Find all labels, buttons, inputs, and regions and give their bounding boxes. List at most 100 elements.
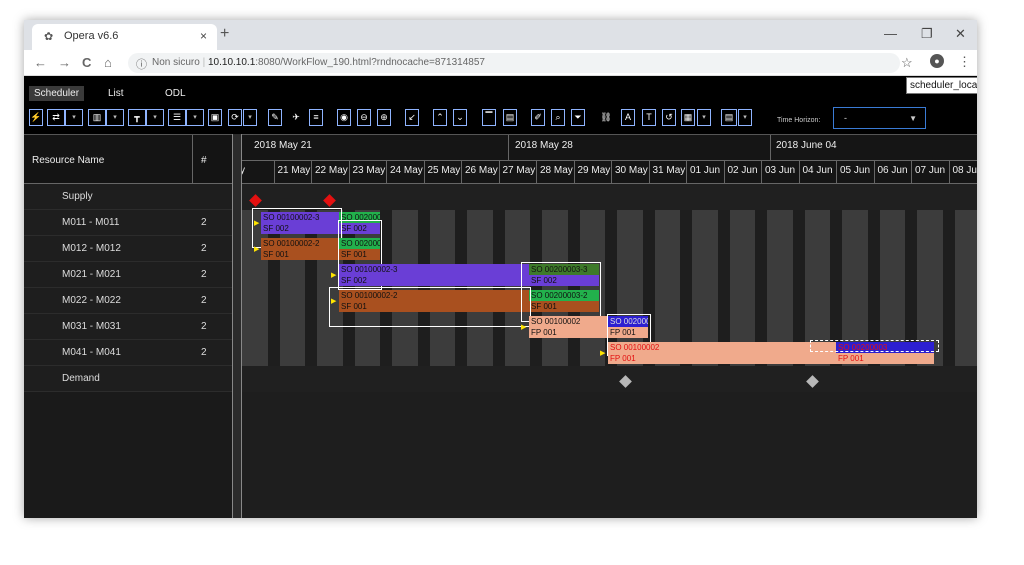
toolbar-link-icon[interactable]: ⛓ — [599, 109, 613, 126]
bookmark-star-icon[interactable]: ☆ — [901, 55, 913, 71]
day-label: 08 Jun — [952, 165, 978, 176]
toolbar-save-icon[interactable]: ▣ — [208, 109, 222, 126]
toolbar-table-icon[interactable]: ▤ — [503, 109, 517, 126]
toolbar-swap-icon[interactable]: ⇄ — [47, 109, 65, 126]
lane-demand — [242, 366, 977, 392]
toolbar-dropdown-icon[interactable]: ▾ — [243, 109, 257, 126]
tab-close-icon[interactable]: × — [200, 29, 207, 43]
task-bar[interactable]: SO 00100002 — [608, 342, 836, 353]
timeline-header: 2018 May 21 2018 May 28 2018 June 04 y 21… — [242, 134, 978, 185]
resource-count: 2 — [201, 243, 207, 254]
toolbar-comment-icon[interactable]: ✎ — [268, 109, 282, 126]
resource-row-m041[interactable]: M041 - M041 2 — [24, 340, 232, 366]
toolbar-dropdown-icon[interactable]: ▾ — [697, 109, 711, 126]
resource-row-demand[interactable]: Demand — [24, 366, 232, 392]
toolbar-up-icon[interactable]: ⌃ — [433, 109, 447, 126]
toolbar-undo-icon[interactable]: ↺ — [662, 109, 676, 126]
resource-name: Demand — [62, 373, 100, 384]
toolbar-dropdown-icon[interactable]: ▾ — [186, 109, 204, 126]
home-icon[interactable]: ⌂ — [104, 55, 112, 70]
gantt-chart[interactable]: 2018 May 21 2018 May 28 2018 June 04 y 21… — [242, 134, 977, 518]
toolbar-list-icon[interactable]: ☰ — [168, 109, 186, 126]
address-bar[interactable]: ⓘ Non sicuro | 10.10.10.1:8080/WorkFlow_… — [128, 53, 900, 73]
toolbar-collapse-icon[interactable]: ↙ — [405, 109, 419, 126]
toolbar-filter-icon[interactable]: ⏷ — [571, 109, 585, 126]
day-label: 23 May — [352, 165, 386, 176]
new-tab-button[interactable]: + — [220, 25, 229, 43]
browser-tab[interactable]: ✿ Opera v6.6 × — [32, 24, 217, 50]
task-bar-sub[interactable]: SF 001 — [261, 249, 339, 260]
resource-row-m022[interactable]: M022 - M022 2 — [24, 288, 232, 314]
toolbar-refresh-icon[interactable]: ⟳ — [228, 109, 242, 126]
toolbar-font-icon[interactable]: A — [621, 109, 635, 126]
day-label: 28 May — [540, 165, 573, 176]
toolbar-top-line-icon[interactable]: ▔ — [482, 109, 496, 126]
info-icon[interactable]: ⓘ — [136, 56, 147, 72]
link-arrow-icon: ▶ — [254, 220, 260, 227]
toolbar-distribute-icon[interactable]: ┳ — [128, 109, 146, 126]
more-menu-icon[interactable]: ⋮ — [958, 54, 971, 70]
toolbar-search-icon[interactable]: ⌕ — [551, 109, 565, 126]
toolbar-report-icon[interactable]: ▤ — [721, 109, 737, 126]
time-horizon-value: - — [844, 113, 847, 123]
day-divider — [423, 160, 425, 185]
column-divider[interactable] — [192, 135, 193, 185]
reload-icon[interactable]: C — [82, 55, 91, 70]
toolbar-dropdown-icon[interactable]: ▾ — [65, 109, 83, 126]
resource-name: M031 - M031 — [62, 321, 121, 332]
toolbar-zoom-in-icon[interactable]: ⊕ — [377, 109, 391, 126]
toolbar-edit-icon[interactable]: ✐ — [531, 109, 545, 126]
resource-row-m031[interactable]: M031 - M031 2 — [24, 314, 232, 340]
task-bar-sub[interactable]: FP 001 — [608, 353, 836, 364]
day-divider — [798, 160, 800, 185]
toolbar-eye-icon[interactable]: ◉ — [337, 109, 351, 126]
selection-frame — [810, 340, 939, 352]
forward-icon[interactable]: → — [58, 55, 71, 70]
toolbar-dropdown-icon[interactable]: ▾ — [146, 109, 164, 126]
menu-scheduler[interactable]: Scheduler — [29, 86, 85, 101]
restore-button[interactable]: ❐ — [921, 26, 933, 42]
pane-splitter[interactable] — [232, 134, 242, 518]
back-icon[interactable]: ← — [34, 55, 47, 70]
day-label: 29 May — [577, 165, 611, 176]
toolbar-calendar-icon[interactable]: ▦ — [681, 109, 695, 126]
day-divider — [386, 160, 387, 185]
toolbar-dropdown-icon[interactable]: ▾ — [106, 109, 124, 126]
week-divider — [508, 135, 509, 160]
link-arrow-icon: ▶ — [331, 298, 337, 305]
task-bar-sub[interactable]: SF 002 — [339, 275, 529, 286]
resource-row-m011[interactable]: M011 - M011 2 — [24, 210, 232, 236]
resource-name-header[interactable]: Resource Name — [32, 155, 104, 166]
task-bar[interactable]: SO 00100002 — [529, 316, 608, 327]
toolbar-down-icon[interactable]: ⌄ — [453, 109, 467, 126]
resource-count-header[interactable]: # — [201, 155, 207, 166]
url-path: :8080/WorkFlow_190.html?rndnocache=87131… — [255, 57, 485, 68]
toolbar-settings-icon[interactable]: ≡ — [309, 109, 323, 126]
minimize-button[interactable]: — — [884, 26, 897, 41]
toolbar-align-icon[interactable]: ▥ — [88, 109, 106, 126]
time-horizon-select[interactable]: - ▼ — [833, 107, 926, 129]
header-divider — [242, 160, 977, 161]
menu-odl[interactable]: ODL — [160, 86, 191, 101]
toolbar-send-icon[interactable]: ✈ — [289, 109, 303, 126]
account-icon[interactable]: ● — [930, 54, 944, 68]
toolbar-zoom-out-icon[interactable]: ⊖ — [357, 109, 371, 126]
task-bar-sub[interactable]: FP 001 — [529, 327, 608, 338]
toolbar-dropdown-icon[interactable]: ▾ — [738, 109, 752, 126]
task-bar[interactable]: SO 00100002-2 — [261, 238, 339, 249]
toolbar-lightning-icon[interactable]: ⚡ — [29, 109, 43, 126]
resource-row-m021[interactable]: M021 - M021 2 — [24, 262, 232, 288]
task-bar[interactable]: SO 00100002-3 — [339, 264, 529, 275]
day-label: 26 May — [465, 165, 498, 176]
day-label: 21 May — [277, 165, 311, 176]
toolbar-text-icon[interactable]: T — [642, 109, 656, 126]
day-divider — [536, 160, 537, 185]
resource-count: 2 — [201, 295, 207, 306]
resource-row-supply[interactable]: Supply — [24, 184, 232, 210]
close-window-button[interactable]: ✕ — [955, 26, 966, 42]
resource-name: Supply — [62, 191, 93, 202]
resource-row-m012[interactable]: M012 - M012 2 — [24, 236, 232, 262]
task-bar-sub[interactable]: FP 001 — [836, 353, 934, 364]
day-divider — [611, 160, 612, 185]
menu-list[interactable]: List — [103, 86, 129, 101]
